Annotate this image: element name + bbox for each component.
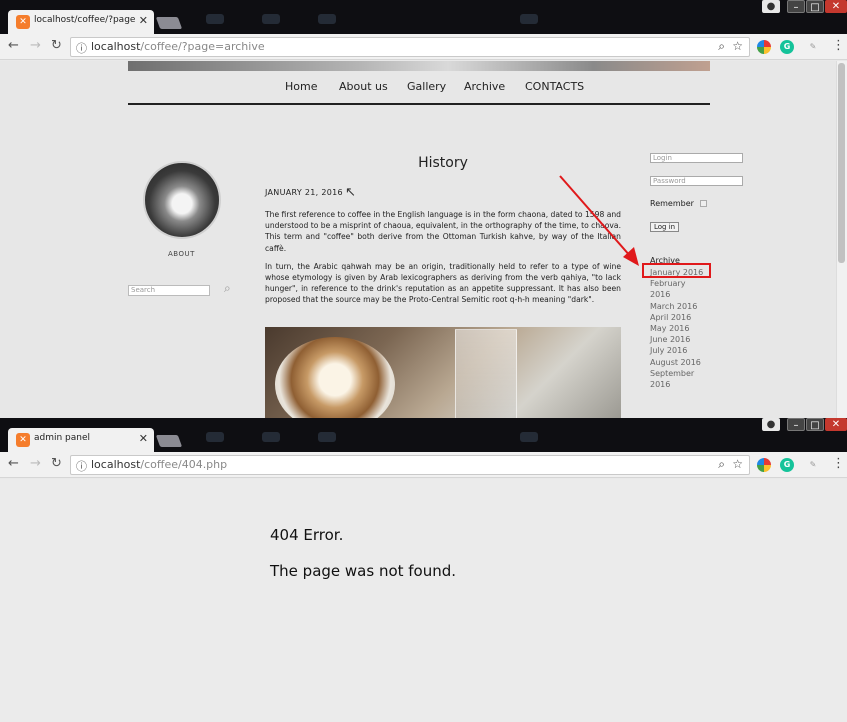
forward-arrow-icon[interactable]: →: [30, 456, 41, 471]
post-body: The first reference to coffee in the Eng…: [265, 209, 621, 313]
favicon-xampp-icon: ✕: [16, 15, 30, 29]
bookmark-star-icon[interactable]: ☆: [732, 39, 743, 53]
url-text: localhost/coffee/?page=archive: [91, 40, 265, 53]
about-avatar[interactable]: [143, 161, 221, 239]
zoom-icon[interactable]: ⌕: [718, 39, 725, 54]
menu-dots-icon[interactable]: ⋮: [832, 456, 845, 471]
background-blur: [520, 14, 538, 24]
search-icon[interactable]: ⌕: [224, 281, 231, 296]
back-arrow-icon[interactable]: ←: [8, 38, 19, 53]
tab-strip: ✕ admin panel ✕ ● – □ ✕: [0, 418, 847, 452]
search-input[interactable]: Search: [128, 285, 210, 296]
browser-toolbar: ← → ↻ ⓘ localhost/coffee/404.php ⌕ ☆ G ✎…: [0, 452, 847, 478]
background-blur: [318, 14, 336, 24]
error-message: The page was not found.: [270, 562, 457, 580]
nav-gallery[interactable]: Gallery: [407, 80, 446, 93]
archive-item[interactable]: May 2016: [650, 323, 708, 334]
maximize-button[interactable]: □: [806, 418, 824, 431]
login-button[interactable]: Log in: [650, 222, 680, 232]
post-date: JANUARY 21, 2016: [265, 188, 343, 197]
profile-icon[interactable]: ●: [762, 0, 780, 13]
background-blur: [262, 432, 280, 442]
password-input[interactable]: Password: [650, 176, 743, 186]
nav-home[interactable]: Home: [285, 80, 317, 93]
nav-about-us[interactable]: About us: [339, 80, 388, 93]
favicon-xampp-icon: ✕: [16, 433, 30, 447]
site-navigation: Home About us Gallery Archive CONTACTS: [128, 79, 710, 103]
info-icon[interactable]: ⓘ: [76, 458, 87, 474]
water-glass: [455, 329, 517, 418]
tab-strip: ✕ localhost/coffee/?page=ar ✕ ● – □ ✕: [0, 0, 847, 34]
archive-item[interactable]: February 2016: [650, 278, 708, 300]
address-bar[interactable]: ⓘ localhost/coffee/?page=archive ⌕ ☆: [70, 37, 750, 57]
error-code: 404 Error.: [270, 526, 344, 544]
close-window-button[interactable]: ✕: [825, 0, 847, 13]
archive-item[interactable]: August 2016: [650, 357, 708, 368]
highlight-box: [642, 263, 711, 278]
grammarly-icon[interactable]: G: [780, 458, 794, 472]
post-image: [265, 327, 621, 418]
nav-contacts[interactable]: CONTACTS: [525, 80, 584, 93]
profile-icon[interactable]: ●: [762, 418, 780, 431]
browser-toolbar: ← → ↻ ⓘ localhost/coffee/?page=archive ⌕…: [0, 34, 847, 60]
close-window-button[interactable]: ✕: [825, 418, 847, 431]
pin-icon[interactable]: ✎: [806, 40, 820, 54]
zoom-icon[interactable]: ⌕: [718, 457, 725, 472]
tab-title: localhost/coffee/?page=ar: [34, 15, 136, 25]
latte-cup: [275, 337, 395, 418]
archive-item[interactable]: June 2016: [650, 334, 708, 345]
nav-archive[interactable]: Archive: [464, 80, 505, 93]
page-viewport: 404 Error. The page was not found.: [0, 479, 847, 722]
archive-item[interactable]: July 2016: [650, 345, 708, 356]
browser-window-404: ✕ admin panel ✕ ● – □ ✕ ← → ↻ ⓘ localhos…: [0, 418, 847, 722]
background-blur: [520, 432, 538, 442]
tab-admin-panel[interactable]: ✕ admin panel ✕: [8, 428, 154, 452]
background-blur: [206, 14, 224, 24]
about-link[interactable]: ABOUT: [168, 250, 195, 258]
archive-item[interactable]: April 2016: [650, 312, 708, 323]
archive-item[interactable]: September 2016: [650, 368, 708, 390]
new-tab-button[interactable]: [155, 435, 183, 447]
background-blur: [206, 432, 224, 442]
tab-close-icon[interactable]: ✕: [139, 14, 148, 27]
background-blur: [262, 14, 280, 24]
post-paragraph: In turn, the Arabic qahwah may be an ori…: [265, 261, 621, 305]
pin-icon[interactable]: ✎: [806, 458, 820, 472]
back-arrow-icon[interactable]: ←: [8, 456, 19, 471]
nav-divider: [128, 103, 710, 105]
tab-archive[interactable]: ✕ localhost/coffee/?page=ar ✕: [8, 10, 154, 34]
background-blur: [318, 432, 336, 442]
address-bar[interactable]: ⓘ localhost/coffee/404.php ⌕ ☆: [70, 455, 750, 475]
url-text: localhost/coffee/404.php: [91, 458, 228, 471]
post-paragraph: The first reference to coffee in the Eng…: [265, 210, 621, 253]
remember-label: Remember: [650, 199, 694, 208]
reload-icon[interactable]: ↻: [51, 456, 62, 471]
header-banner-image: [128, 61, 710, 71]
mouse-cursor-icon: ↖: [345, 185, 356, 200]
reload-icon[interactable]: ↻: [51, 38, 62, 53]
minimize-button[interactable]: –: [787, 418, 805, 431]
bookmark-star-icon[interactable]: ☆: [732, 457, 743, 471]
post-title: History: [418, 155, 468, 171]
minimize-button[interactable]: –: [787, 0, 805, 13]
new-tab-button[interactable]: [155, 17, 183, 29]
maximize-button[interactable]: □: [806, 0, 824, 13]
grammarly-icon[interactable]: G: [780, 40, 794, 54]
archive-list: January 2016 February 2016 March 2016 Ap…: [650, 267, 708, 390]
tab-title: admin panel: [34, 433, 91, 443]
remember-checkbox[interactable]: [700, 200, 707, 207]
extension-icon[interactable]: [757, 458, 771, 472]
extension-icon[interactable]: [757, 40, 771, 54]
scroll-thumb[interactable]: [838, 63, 845, 263]
menu-dots-icon[interactable]: ⋮: [832, 38, 845, 53]
tab-close-icon[interactable]: ✕: [139, 432, 148, 445]
login-input[interactable]: Login: [650, 153, 743, 163]
forward-arrow-icon[interactable]: →: [30, 38, 41, 53]
info-icon[interactable]: ⓘ: [76, 40, 87, 56]
archive-item[interactable]: March 2016: [650, 301, 708, 312]
page-viewport: Home About us Gallery Archive CONTACTS A…: [0, 61, 847, 418]
page-scrollbar[interactable]: [836, 61, 847, 418]
browser-window-archive: ✕ localhost/coffee/?page=ar ✕ ● – □ ✕ ← …: [0, 0, 847, 418]
